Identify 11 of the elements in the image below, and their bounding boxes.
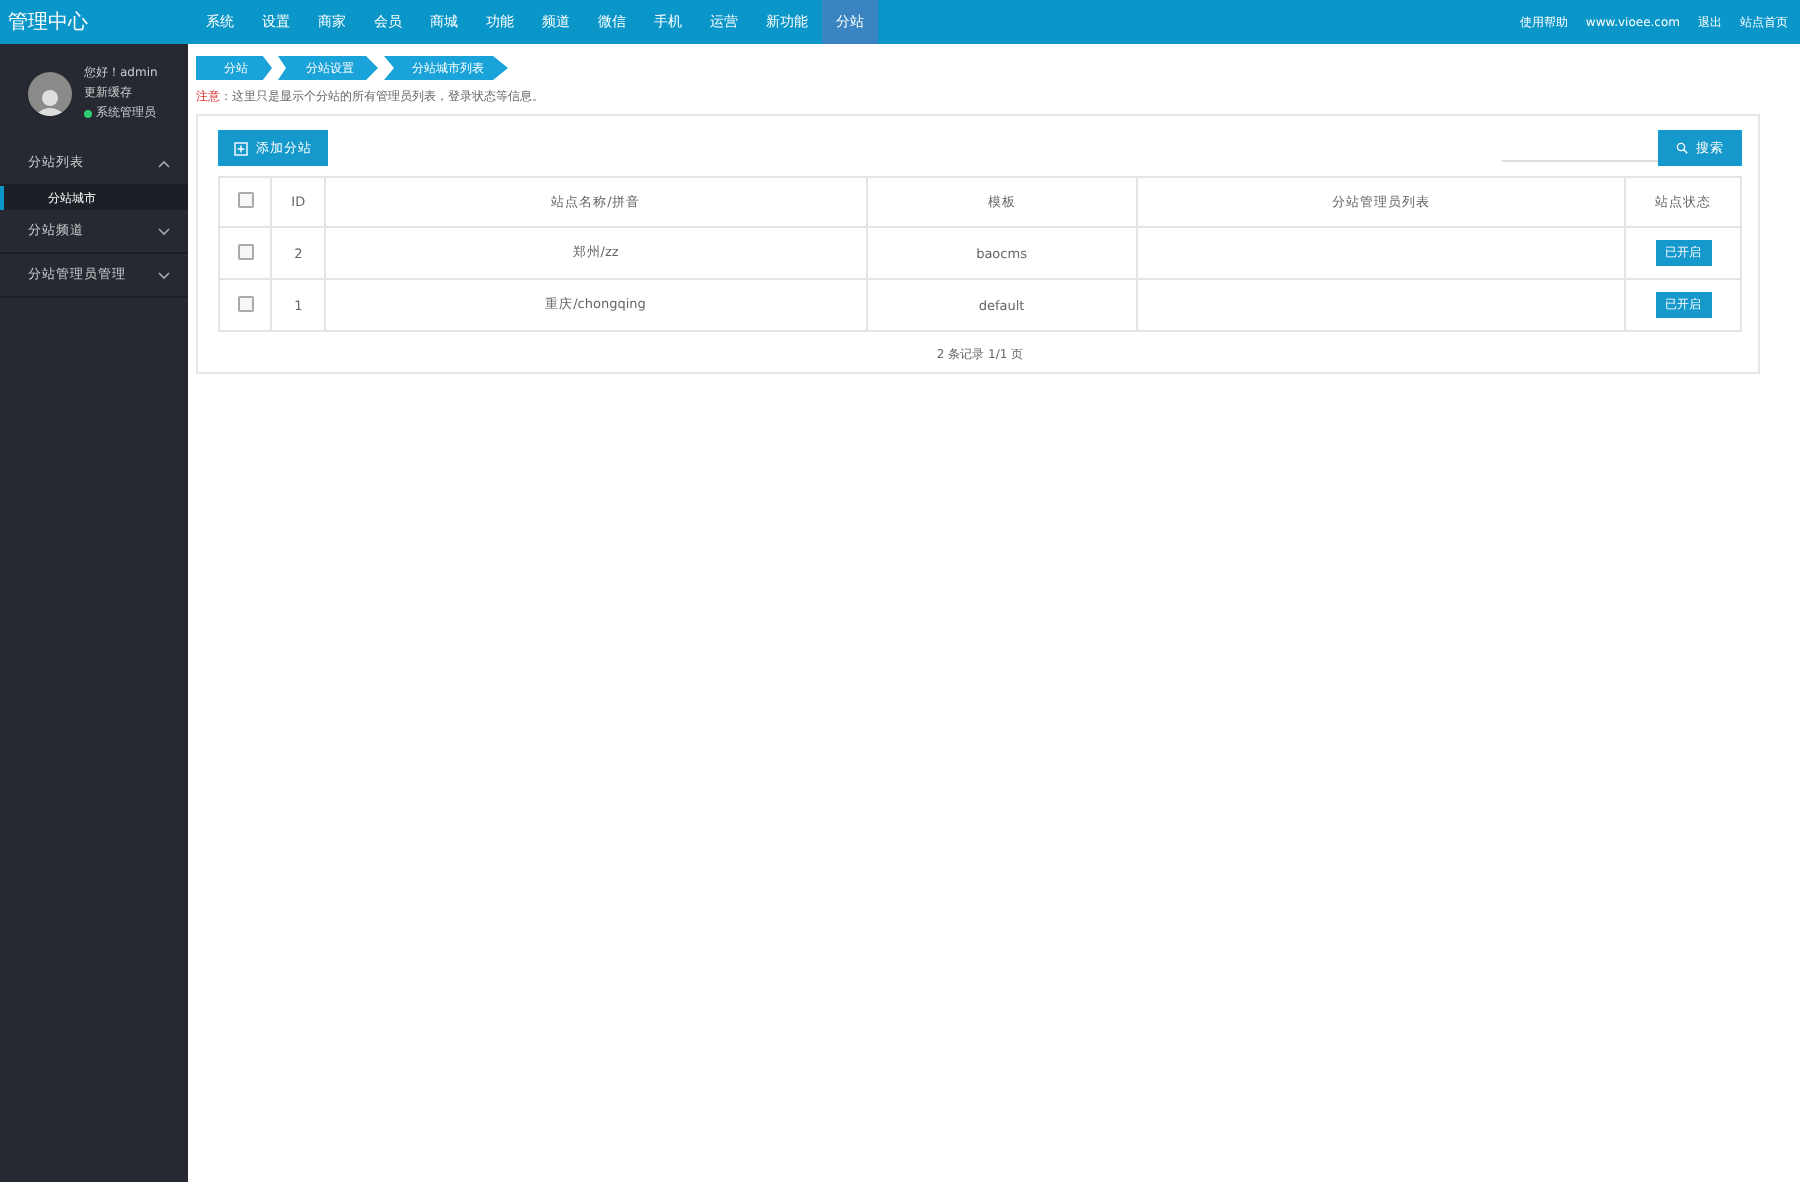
app-title: 管理中心 [6, 9, 90, 38]
plus-icon [234, 141, 248, 155]
select-all-checkbox[interactable] [237, 192, 254, 208]
chevron-up-icon [158, 159, 170, 167]
search-icon [1676, 142, 1688, 154]
chevron-down-icon [158, 227, 170, 235]
chevron-down-icon [158, 271, 170, 279]
avatar-icon [28, 71, 72, 115]
row-checkbox[interactable] [237, 243, 254, 259]
row-checkbox[interactable] [237, 295, 254, 311]
online-status-icon [84, 109, 92, 117]
